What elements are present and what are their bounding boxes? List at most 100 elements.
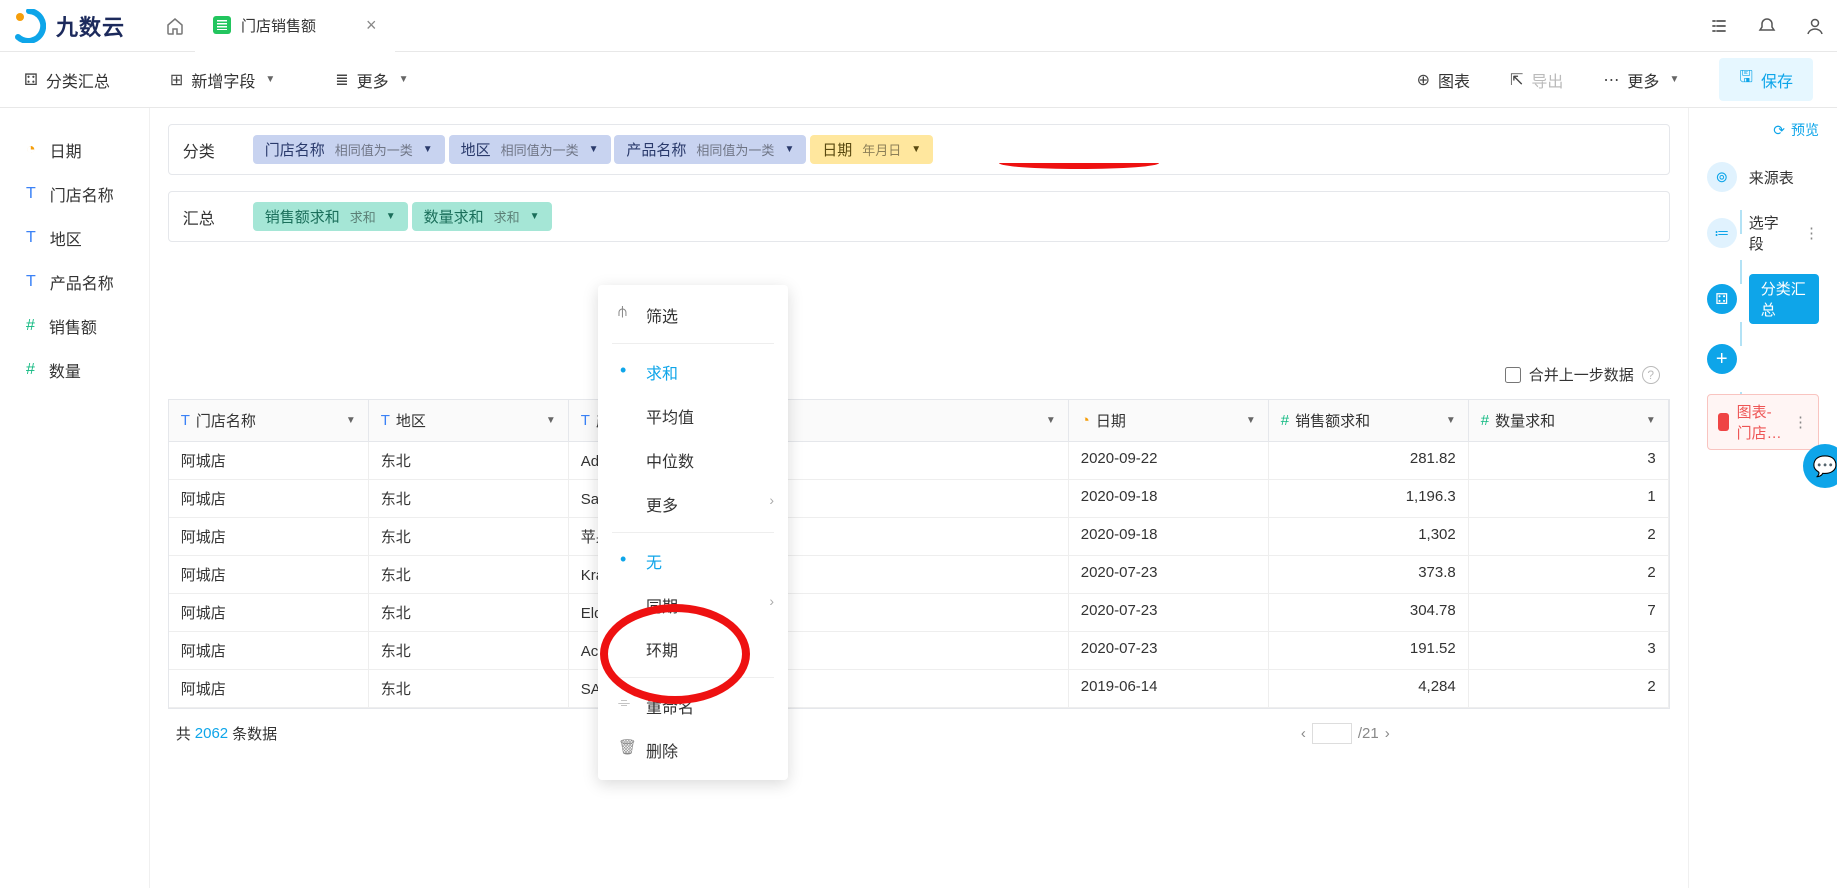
new-field-button[interactable]: ⊞ 新增字段 ▼	[170, 68, 275, 92]
section-label: 汇总	[183, 205, 223, 229]
th-qty[interactable]: #数量求和▼	[1469, 400, 1669, 442]
field-label: 日期	[50, 138, 82, 162]
toolbar: ⚃ 分类汇总 ⊞ 新增字段 ▼ ≣ 更多 ▼ ⊕ 图表 ⇱ 导出 ⋯ 更多 ▼ …	[0, 52, 1837, 108]
more-actions-button[interactable]: ⋯ 更多 ▼	[1603, 68, 1679, 92]
dd-sum[interactable]: 求和	[598, 350, 788, 394]
brand-name: 九数云	[56, 10, 125, 42]
agg-pill[interactable]: 销售额求和 求和 ▼	[253, 202, 408, 231]
group-pill[interactable]: 门店名称 相同值为一类 ▼	[253, 135, 445, 164]
home-button[interactable]	[155, 6, 195, 46]
th-sales[interactable]: #销售额求和▼	[1269, 400, 1469, 442]
agg-row: 汇总 销售额求和 求和 ▼ 数量求和 求和 ▼	[168, 191, 1670, 242]
gear-icon: ⋯	[1603, 70, 1619, 90]
chevron-right-icon: ›	[769, 492, 774, 508]
field-date[interactable]: ◔ 日期	[0, 128, 149, 172]
app-header: 九数云 门店销售额 ×	[0, 0, 1837, 52]
more-icon[interactable]: ⋮	[1793, 413, 1808, 431]
field-store[interactable]: T 门店名称	[0, 172, 149, 216]
table-row: 阿城店东北Kraft 邮寄品, 银色…2020-07-23373.82	[169, 556, 1669, 594]
number-icon: #	[26, 317, 35, 335]
dd-delete[interactable]: 🗑删除	[598, 728, 788, 772]
field-label: 门店名称	[50, 182, 114, 206]
th-date[interactable]: ◔日期▼	[1069, 400, 1269, 442]
separator	[612, 343, 774, 344]
chevron-down-icon[interactable]: ▼	[346, 415, 356, 426]
chevron-down-icon[interactable]: ▼	[1446, 415, 1456, 426]
step-label: 选字段	[1749, 212, 1792, 254]
number-icon: #	[26, 361, 35, 379]
page-input[interactable]	[1312, 723, 1352, 744]
step-add[interactable]: +	[1707, 334, 1819, 384]
chevron-down-icon[interactable]: ▼	[1646, 415, 1656, 426]
new-field-label: 新增字段	[191, 68, 255, 92]
chevron-down-icon[interactable]: ▼	[546, 415, 556, 426]
group-summary-button[interactable]: ⚃ 分类汇总	[24, 68, 110, 92]
group-pill[interactable]: 产品名称 相同值为一类 ▼	[614, 135, 806, 164]
chevron-down-icon[interactable]: ▼	[1046, 415, 1056, 426]
text-icon: T	[581, 412, 590, 429]
tab-store-sales[interactable]: 门店销售额 ×	[195, 0, 395, 52]
step-select[interactable]: ≔ 选字段 ⋮	[1707, 202, 1819, 264]
dd-mom[interactable]: 环期	[598, 627, 788, 671]
header-actions	[1709, 16, 1825, 36]
step-chart[interactable]: 图表-门店… ⋮	[1707, 384, 1819, 460]
pager-suffix: 条数据	[232, 723, 277, 744]
field-product[interactable]: T产品名称	[0, 260, 149, 304]
user-icon[interactable]	[1805, 16, 1825, 36]
step-group[interactable]: ⚃ 分类汇总	[1707, 264, 1819, 334]
chevron-down-icon: ▼	[1669, 74, 1679, 85]
text-icon: T	[26, 229, 36, 247]
prev-page-icon[interactable]: ‹	[1301, 725, 1306, 742]
more-icon[interactable]: ⋮	[1804, 224, 1819, 242]
clock-icon: ◔	[1081, 412, 1090, 429]
dd-avg[interactable]: 平均值	[598, 394, 788, 438]
preview-button[interactable]: ⟳ 预览	[1707, 120, 1819, 140]
table-row: 阿城店东北苹果 信号增强器, …2020-09-181,3022	[169, 518, 1669, 556]
group-pill[interactable]: 日期 年月日 ▼	[810, 135, 933, 164]
chevron-down-icon[interactable]: ▼	[1246, 415, 1256, 426]
brand: 九数云	[12, 9, 125, 43]
dd-none[interactable]: 无	[598, 539, 788, 583]
th-region[interactable]: T地区▼	[369, 400, 569, 442]
merge-checkbox[interactable]	[1505, 367, 1521, 383]
next-page-icon[interactable]: ›	[1385, 725, 1390, 742]
field-sales[interactable]: #销售额	[0, 304, 149, 348]
field-region[interactable]: T地区	[0, 216, 149, 260]
close-icon[interactable]: ×	[366, 15, 377, 36]
tasks-icon[interactable]	[1709, 16, 1729, 36]
dd-rename[interactable]: ⌯重命名	[598, 684, 788, 728]
target-icon: ⊚	[1707, 162, 1737, 192]
pager: 共 2062 条数据 ‹ /21 ›	[168, 709, 1670, 744]
chevron-down-icon: ▼	[399, 74, 409, 85]
more-button[interactable]: ≣ 更多 ▼	[335, 68, 408, 92]
pager-count: 2062	[195, 725, 228, 742]
text-icon: T	[26, 185, 36, 203]
th-store[interactable]: T门店名称▼	[169, 400, 369, 442]
bell-icon[interactable]	[1757, 16, 1777, 36]
plus-circle-icon: ⊕	[1417, 70, 1430, 90]
list-icon: ≣	[335, 70, 348, 90]
table-row: 阿城店东北Acco 装订机盖, 回…2020-07-23191.523	[169, 632, 1669, 670]
group-pill[interactable]: 地区 相同值为一类 ▼	[449, 135, 611, 164]
preview-icon: ⟳	[1773, 122, 1785, 139]
field-qty[interactable]: #数量	[0, 348, 149, 392]
page-total: /21	[1358, 725, 1379, 742]
save-button[interactable]: 🖫 保存	[1719, 58, 1813, 101]
chart-button[interactable]: ⊕ 图表	[1417, 68, 1470, 92]
agg-pill[interactable]: 数量求和 求和 ▼	[412, 202, 552, 231]
rename-icon: ⌯	[618, 694, 630, 711]
clock-icon: ◔	[26, 141, 36, 159]
dd-filter[interactable]: ⫛筛选	[598, 293, 788, 337]
dd-yoy[interactable]: 同期›	[598, 583, 788, 627]
save-icon: 🖫	[1739, 66, 1753, 93]
annotation-underline	[999, 157, 1159, 169]
dd-median[interactable]: 中位数	[598, 438, 788, 482]
group-row: 分类 门店名称 相同值为一类 ▼ 地区 相同值为一类 ▼ 产品名称 相同值为一类…	[168, 124, 1670, 175]
export-button: ⇱ 导出	[1510, 68, 1563, 92]
plus-icon: +	[1707, 344, 1737, 374]
step-source[interactable]: ⊚ 来源表	[1707, 152, 1819, 202]
dd-more[interactable]: 更多›	[598, 482, 788, 526]
help-icon[interactable]: ?	[1642, 366, 1660, 384]
table-row: 阿城店东北SAFCO 扶手椅, 黑…2019-06-144,2842	[169, 670, 1669, 708]
chat-bubble-icon[interactable]: 💬	[1803, 444, 1837, 488]
